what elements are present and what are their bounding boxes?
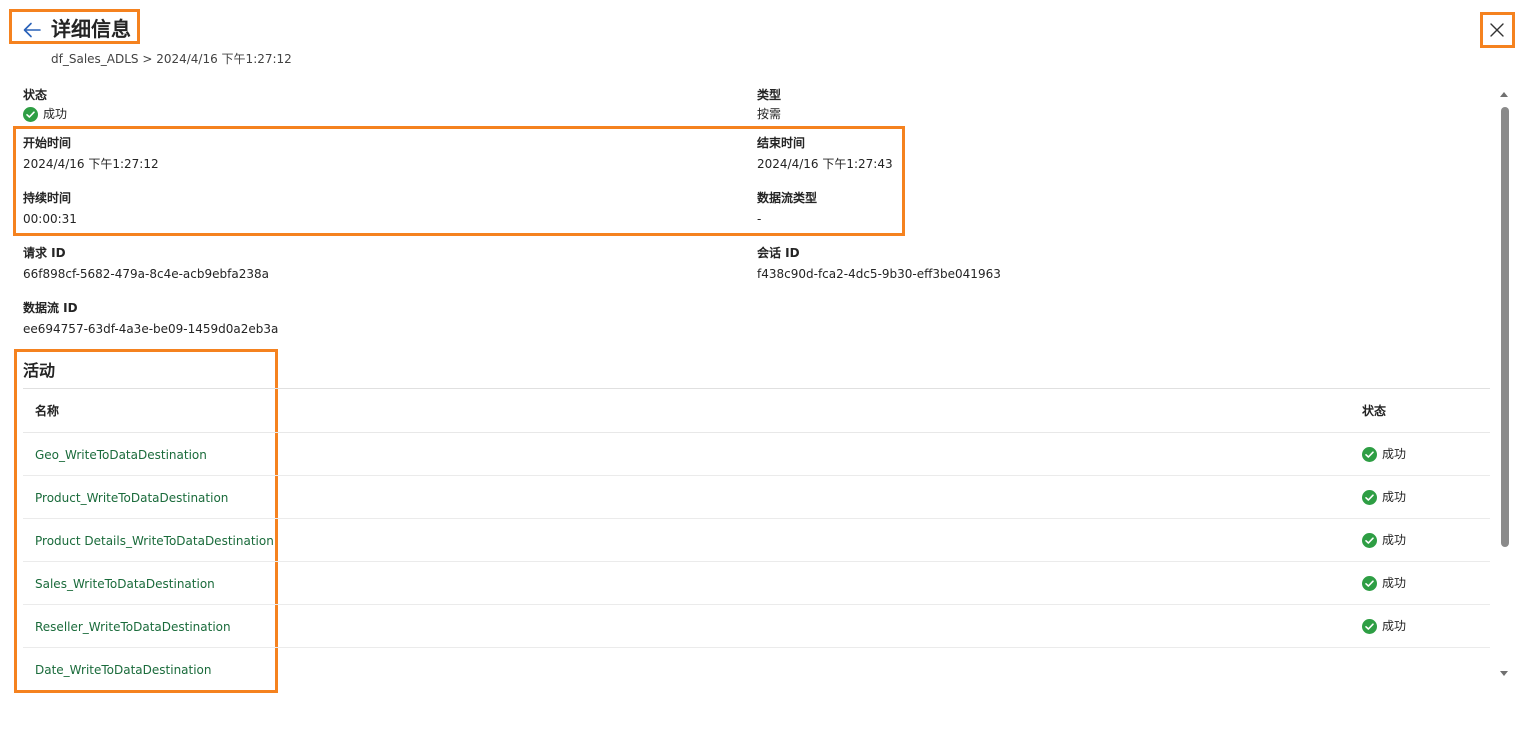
- check-circle-icon: [23, 106, 38, 122]
- activity-name-link[interactable]: Date_WriteToDataDestination: [35, 662, 212, 678]
- activity-name-link[interactable]: Product_WriteToDataDestination: [35, 490, 228, 506]
- activity-name-link[interactable]: Reseller_WriteToDataDestination: [35, 619, 231, 635]
- check-circle-icon: [1362, 532, 1377, 548]
- activity-status-text: 成功: [1382, 619, 1407, 633]
- table-header: 名称 状态: [23, 389, 1490, 433]
- activity-status-text: 成功: [1382, 533, 1407, 547]
- activities-title: 活动: [23, 361, 56, 380]
- check-circle-icon: [1362, 575, 1377, 591]
- request-id-value: 66f898cf-5682-479a-8c4e-acb9ebfa238a: [23, 267, 269, 281]
- dataflow-type-label: 数据流类型: [757, 191, 818, 205]
- end-time-value: 2024/4/16 下午1:27:43: [757, 157, 893, 171]
- activity-status: 成功: [1362, 446, 1406, 462]
- type-value: 按需: [757, 107, 782, 121]
- activity-status-text: 成功: [1382, 447, 1407, 461]
- session-id-label: 会话 ID: [757, 246, 800, 260]
- activity-status: 成功: [1362, 489, 1406, 505]
- back-arrow-icon[interactable]: [21, 19, 43, 41]
- start-time-value: 2024/4/16 下午1:27:12: [23, 157, 159, 171]
- check-circle-icon: [1362, 618, 1377, 634]
- table-row[interactable]: Product_WriteToDataDestination 成功: [23, 476, 1490, 519]
- end-time-label: 结束时间: [757, 136, 806, 150]
- dataflow-id-value: ee694757-63df-4a3e-be09-1459d0a2eb3a: [23, 322, 279, 336]
- table-row[interactable]: Sales_WriteToDataDestination 成功: [23, 562, 1490, 605]
- status-label: 状态: [23, 88, 48, 102]
- breadcrumb: df_Sales_ADLS > 2024/4/16 下午1:27:12: [51, 52, 292, 66]
- activity-status-text: 成功: [1382, 490, 1407, 504]
- table-row[interactable]: Product Details_WriteToDataDestination 成功: [23, 519, 1490, 562]
- column-header-name[interactable]: 名称: [35, 403, 59, 419]
- table-row[interactable]: Reseller_WriteToDataDestination 成功: [23, 605, 1490, 648]
- session-id-value: f438c90d-fca2-4dc5-9b30-eff3be041963: [757, 267, 1001, 281]
- check-circle-icon: [1362, 446, 1377, 462]
- page-title: 详细信息: [51, 17, 131, 41]
- column-header-status[interactable]: 状态: [1362, 403, 1386, 419]
- activity-status: 成功: [1362, 618, 1406, 634]
- activity-status-text: 成功: [1382, 576, 1407, 590]
- activity-status: 成功: [1362, 532, 1406, 548]
- activities-table: 名称 状态 Geo_WriteToDataDestination 成功 Produc…: [23, 389, 1490, 691]
- status-value: 成功: [23, 106, 67, 122]
- start-time-label: 开始时间: [23, 136, 72, 150]
- status-text: 成功: [43, 107, 68, 121]
- activity-status: 成功: [1362, 575, 1406, 591]
- type-label: 类型: [757, 88, 782, 102]
- close-icon[interactable]: [1486, 19, 1508, 41]
- table-row[interactable]: Date_WriteToDataDestination: [23, 648, 1490, 691]
- activity-name-link[interactable]: Geo_WriteToDataDestination: [35, 447, 207, 463]
- activity-name-link[interactable]: Sales_WriteToDataDestination: [35, 576, 215, 592]
- duration-label: 持续时间: [23, 191, 72, 205]
- scroll-down-arrow-icon[interactable]: [1500, 671, 1508, 676]
- request-id-label: 请求 ID: [23, 246, 66, 260]
- table-row[interactable]: Geo_WriteToDataDestination 成功: [23, 433, 1490, 476]
- dataflow-type-value: -: [757, 212, 762, 226]
- scroll-up-arrow-icon[interactable]: [1500, 92, 1508, 97]
- scrollbar-thumb[interactable]: [1501, 107, 1509, 547]
- check-circle-icon: [1362, 489, 1377, 505]
- dataflow-id-label: 数据流 ID: [23, 301, 78, 315]
- activity-name-link[interactable]: Product Details_WriteToDataDestination: [35, 533, 274, 549]
- duration-value: 00:00:31: [23, 212, 77, 226]
